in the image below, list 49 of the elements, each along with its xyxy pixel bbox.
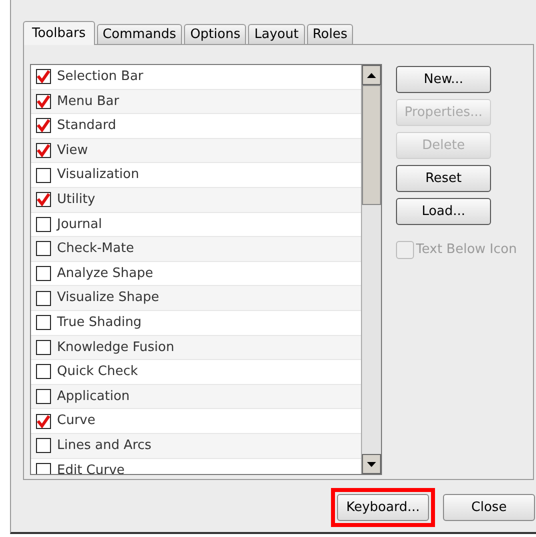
toolbar-name: Selection Bar xyxy=(57,68,144,86)
checkbox[interactable] xyxy=(36,438,51,454)
toolbar-name: View xyxy=(57,142,88,160)
checkbox[interactable] xyxy=(36,192,51,208)
checkbox[interactable] xyxy=(36,94,51,109)
toolbar-name: True Shading xyxy=(57,314,142,332)
action-button[interactable]: New... xyxy=(396,66,491,93)
toolbar-name: Visualization xyxy=(57,166,140,184)
toolbar-name: Lines and Arcs xyxy=(57,436,152,455)
checkbox[interactable] xyxy=(36,241,51,256)
scroll-up-icon[interactable] xyxy=(362,65,381,85)
checkbox[interactable] xyxy=(36,168,51,183)
toolbar-name: Knowledge Fusion xyxy=(57,338,174,357)
toolbar-name: Quick Check xyxy=(57,363,138,382)
checkbox[interactable] xyxy=(36,315,51,330)
checkbox[interactable] xyxy=(36,389,51,404)
toolbar-name: Edit Curve xyxy=(57,462,125,474)
action-button[interactable]: Reset xyxy=(396,165,491,192)
action-button[interactable]: Load... xyxy=(396,198,491,225)
checkbox[interactable] xyxy=(36,118,51,134)
toolbar-name: Journal xyxy=(57,216,102,234)
checkbox[interactable] xyxy=(36,143,51,158)
checkbox-label: Text Below Icon xyxy=(416,241,517,259)
toolbar-name: Standard xyxy=(57,117,116,136)
checkbox[interactable] xyxy=(36,69,51,84)
toolbar-name: Menu Bar xyxy=(57,92,120,111)
checkbox[interactable] xyxy=(36,414,51,429)
scroll-thumb[interactable] xyxy=(362,85,381,205)
toolbar-name: Utility xyxy=(57,191,96,210)
tab[interactable]: Roles xyxy=(306,24,354,44)
toolbar-name: Visualize Shape xyxy=(57,289,160,308)
checkbox[interactable] xyxy=(36,364,51,380)
checkbox[interactable] xyxy=(36,462,51,474)
checkbox[interactable] xyxy=(36,266,51,282)
toolbar-name: Analyze Shape xyxy=(57,264,154,283)
tab[interactable]: Options xyxy=(184,24,246,44)
toolbar-name: Application xyxy=(57,388,130,406)
dialog-button[interactable]: Keyboard... xyxy=(337,494,429,522)
tab[interactable]: Toolbars xyxy=(23,21,95,45)
toolbar-name: Curve xyxy=(57,412,96,430)
checkbox[interactable] xyxy=(36,216,51,232)
toolbar-name: Check-Mate xyxy=(57,240,134,258)
tab[interactable]: Commands xyxy=(96,24,182,44)
scroll-down-icon[interactable] xyxy=(362,454,381,474)
checkbox[interactable] xyxy=(36,340,51,355)
tab[interactable]: Layout xyxy=(248,24,305,44)
checkbox[interactable] xyxy=(36,290,51,306)
scrollbar[interactable] xyxy=(361,65,381,474)
dialog-button[interactable]: Close xyxy=(443,494,535,522)
